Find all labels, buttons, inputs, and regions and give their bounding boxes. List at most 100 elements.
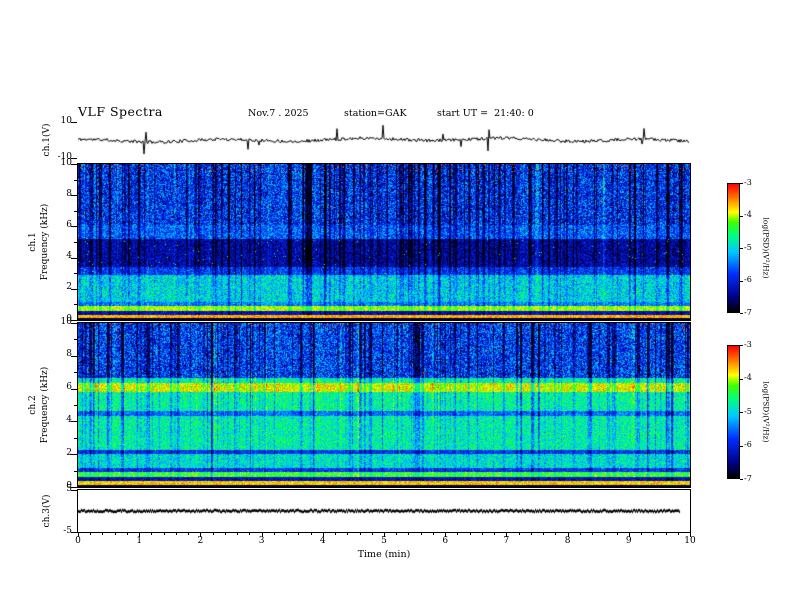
ch1-frequency-tick: 4 (66, 251, 72, 262)
tick-mark (74, 339, 77, 341)
ch2-frequency-tick: 2 (66, 447, 72, 458)
tick-mark (74, 179, 77, 181)
tick-mark (555, 533, 557, 535)
tick-mark (71, 532, 77, 533)
colorbar-tick-label: -3 (744, 339, 752, 349)
tick-mark (273, 533, 275, 535)
tick-mark (740, 313, 743, 314)
tick-mark (71, 122, 77, 123)
tick-mark (71, 226, 77, 228)
tick-mark (579, 533, 581, 535)
tick-mark (71, 421, 77, 423)
tick-mark (677, 533, 679, 535)
tick-mark (249, 533, 251, 535)
tick-mark (298, 533, 300, 535)
colorbar-tick-label: -5 (744, 242, 752, 252)
ch3-voltage-tick: -5 (63, 525, 72, 536)
tick-mark (71, 490, 77, 491)
tick-mark (200, 533, 202, 537)
tick-mark (163, 533, 165, 535)
ch1-frequency-axis-label: Frequency (kHz) (40, 203, 50, 281)
tick-mark (628, 533, 630, 537)
tick-mark (175, 533, 177, 535)
x-tick-label: 5 (381, 536, 387, 546)
tick-mark (71, 388, 77, 390)
tick-mark (74, 405, 77, 406)
tick-mark (71, 323, 77, 324)
x-tick-label: 3 (258, 536, 265, 546)
ch2-frequency-tick: 6 (66, 382, 72, 393)
tick-mark (74, 273, 77, 275)
tick-mark (740, 183, 743, 184)
tick-mark (74, 304, 77, 306)
station-label: station=GAK (344, 108, 407, 119)
colorbar-tick-label: -6 (744, 275, 752, 284)
colorbar-tick-label: -7 (744, 473, 752, 483)
ch2-spectrogram (77, 322, 691, 488)
tick-mark (126, 533, 128, 535)
tick-mark (384, 533, 385, 537)
colorbar-tick-label: -3 (744, 177, 752, 187)
tick-mark (359, 533, 361, 535)
tick-mark (420, 533, 422, 535)
ch3-voltage-axis-label: ch.3(V) (42, 494, 52, 528)
ch1-frequency-tick: 8 (66, 188, 72, 199)
tick-mark (102, 533, 104, 535)
tick-mark (740, 378, 743, 380)
colorbar-tick-label: -5 (744, 406, 752, 416)
date-label: Nov.7 . 2025 (248, 108, 309, 119)
vlf-spectra-figure: VLF Spectra Nov.7 . 2025 station=GAK sta… (0, 0, 792, 612)
ch1-channel-label: ch.1 (28, 232, 38, 252)
tick-mark (469, 533, 471, 535)
tick-mark (408, 533, 410, 535)
tick-mark (74, 470, 77, 472)
tick-mark (740, 412, 743, 413)
x-tick-label: 6 (442, 536, 449, 546)
tick-mark (71, 164, 77, 165)
x-tick-label: 1 (136, 536, 143, 546)
tick-mark (74, 372, 77, 374)
tick-mark (530, 533, 532, 535)
ch1-frequency-tick: 2 (66, 282, 72, 293)
ch1-frequency-tick: 6 (66, 219, 72, 230)
ch2-frequency-tick: 4 (66, 414, 72, 425)
start-ut-label: start UT = 21:40: 0 (437, 108, 534, 119)
ch3-voltage-tick: 5 (66, 483, 72, 494)
x-tick-label: 4 (319, 536, 326, 546)
ch2-frequency-tick: 8 (66, 349, 72, 360)
tick-mark (78, 533, 79, 537)
colorbar-tick-label: -7 (744, 307, 752, 317)
tick-mark (237, 533, 239, 535)
tick-mark (481, 533, 483, 535)
tick-mark (71, 288, 77, 290)
tick-mark (151, 533, 153, 535)
tick-mark (506, 533, 508, 537)
x-tick-label: 10 (684, 536, 696, 546)
tick-mark (371, 533, 373, 535)
tick-mark (740, 248, 743, 249)
colorbar-tick-label: -4 (744, 210, 752, 219)
tick-mark (432, 533, 434, 535)
tick-mark (690, 533, 691, 537)
tick-mark (224, 533, 226, 535)
tick-mark (71, 454, 77, 456)
tick-mark (71, 195, 77, 197)
time-axis-label: Time (min) (357, 549, 411, 560)
x-tick-label: 2 (197, 536, 204, 546)
tick-mark (740, 345, 743, 346)
x-tick-label: 7 (503, 536, 510, 546)
tick-mark (347, 533, 349, 535)
tick-mark (740, 215, 743, 217)
tick-mark (740, 445, 743, 447)
ch1-voltage-tick: 10 (60, 115, 72, 126)
tick-mark (212, 533, 214, 535)
tick-mark (90, 533, 92, 535)
tick-mark (641, 533, 643, 535)
tick-mark (74, 210, 77, 212)
tick-mark (494, 533, 496, 535)
tick-mark (261, 533, 263, 537)
x-tick-label: 0 (75, 536, 81, 546)
tick-mark (543, 533, 545, 535)
ch2-frequency-axis-label: Frequency (kHz) (40, 366, 50, 444)
colorbar-ch1 (727, 183, 740, 313)
